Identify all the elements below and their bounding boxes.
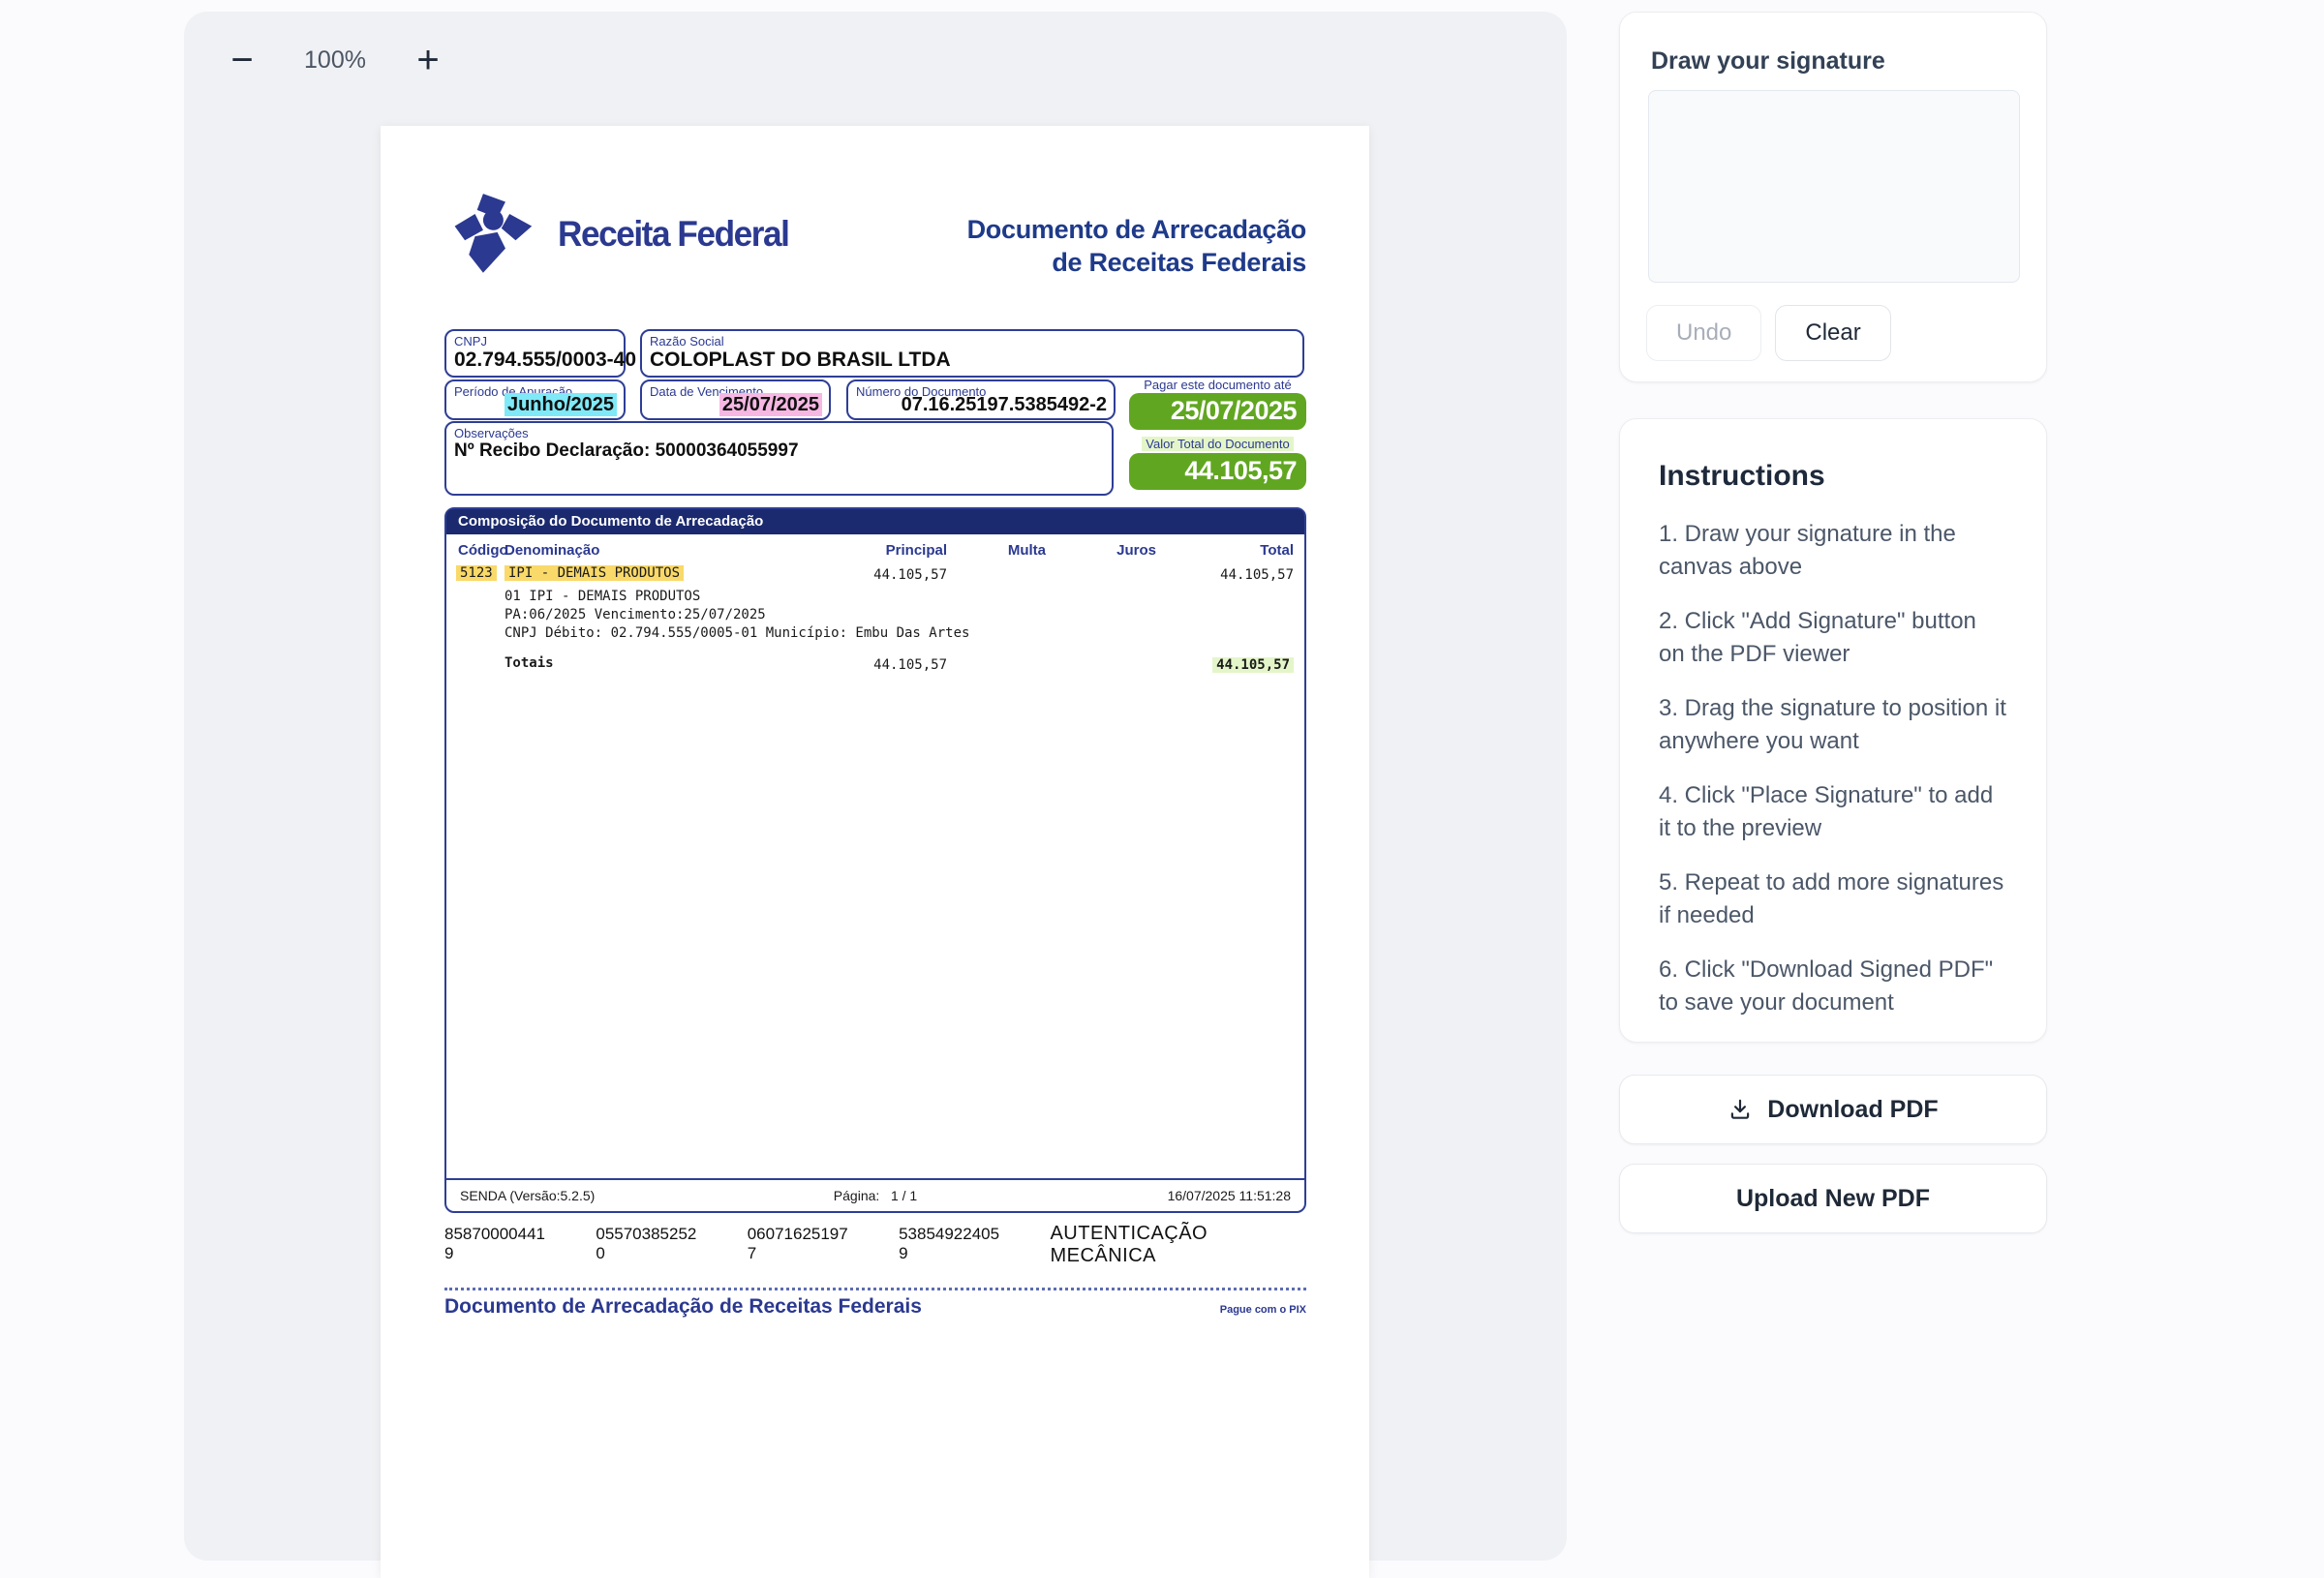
observacoes-label: Observações [446, 423, 1112, 440]
numero-documento-value: 07.16.25197.5385492-2 [902, 394, 1107, 416]
row-detail-3: CNPJ Débito: 02.794.555/0005-01 Municípi… [505, 624, 969, 643]
next-document-title: Documento de Arrecadação de Receitas Fed… [444, 1295, 922, 1319]
next-document-section: Documento de Arrecadação de Receitas Fed… [444, 1295, 1306, 1319]
instruction-step-1: 1. Draw your signature in the canvas abo… [1659, 518, 2007, 584]
download-pdf-button[interactable]: Download PDF [1619, 1075, 2047, 1144]
col-total: Total [1260, 542, 1294, 559]
signature-canvas[interactable] [1648, 90, 2020, 283]
col-principal: Principal [886, 542, 947, 559]
row-detail-2: PA:06/2025 Vencimento:25/07/2025 [505, 606, 766, 624]
document-title-line2: de Receitas Federais [967, 246, 1306, 279]
valor-total-label: Valor Total do Documento [1129, 437, 1306, 451]
document-title-line1: Documento de Arrecadação [967, 213, 1306, 246]
page-label: Página: [834, 1188, 879, 1203]
cut-line [444, 1288, 1306, 1290]
cnpj-label: CNPJ [446, 331, 624, 349]
download-pdf-label: Download PDF [1767, 1096, 1938, 1124]
page-value: 1 / 1 [891, 1188, 917, 1203]
barcode-number-2: 05570385252 0 [596, 1225, 704, 1263]
valor-total-label-text: Valor Total do Documento [1142, 437, 1293, 451]
instruction-step-5: 5. Repeat to add more signatures if need… [1659, 866, 2007, 932]
barcode-row: 85870000441 9 05570385252 0 06071625197 … [444, 1223, 1306, 1267]
row-denominacao-text: IPI - DEMAIS PRODUTOS [505, 565, 684, 581]
valor-total-value: 44.105,57 [1129, 453, 1306, 490]
data-vencimento-field: Data de Vencimento 25/07/2025 [640, 379, 831, 420]
download-icon [1728, 1097, 1753, 1122]
instruction-step-4: 4. Click "Place Signature" to add it to … [1659, 779, 2007, 845]
zoom-level: 100% [287, 46, 383, 75]
razao-social-field: Razão Social COLOPLAST DO BRASIL LTDA [640, 329, 1304, 378]
signature-card: Draw your signature Undo Clear [1619, 12, 2047, 382]
pix-label: Pague com o PIX [1220, 1304, 1306, 1316]
observacoes-value: Nº Recibo Declaração: 50000364055997 [446, 440, 1112, 462]
undo-button[interactable]: Undo [1646, 305, 1761, 361]
barcode-number-3: 06071625197 7 [748, 1225, 856, 1263]
row-detail-1: 01 IPI - DEMAIS PRODUTOS [505, 588, 700, 606]
row-denominacao: IPI - DEMAIS PRODUTOS [505, 565, 684, 581]
upload-new-pdf-label: Upload New PDF [1736, 1185, 1930, 1213]
razao-social-label: Razão Social [642, 331, 1302, 349]
pdf-page: Receita Federal Documento de Arrecadação… [381, 126, 1369, 1578]
barcode-number-4: 53854922405 9 [899, 1225, 1007, 1263]
cnpj-value: 02.794.555/0003-40 [446, 349, 624, 372]
receita-federal-mark-icon [444, 192, 546, 277]
totais-total-text: 44.105,57 [1212, 657, 1294, 673]
zoom-toolbar: − 100% + [219, 37, 451, 83]
razao-social-value: COLOPLAST DO BRASIL LTDA [642, 349, 1302, 372]
col-denominacao: Denominação [505, 542, 599, 559]
barcode-number-1: 85870000441 9 [444, 1225, 553, 1263]
periodo-apuracao-field: Período de Apuração Junho/2025 [444, 379, 626, 420]
instruction-step-6: 6. Click "Download Signed PDF" to save y… [1659, 954, 2007, 1019]
composicao-section: Composição do Documento de Arrecadação C… [444, 507, 1306, 1213]
upload-new-pdf-button[interactable]: Upload New PDF [1619, 1164, 2047, 1233]
observacoes-field: Observações Nº Recibo Declaração: 500003… [444, 421, 1114, 496]
row-total: 44.105,57 [1220, 567, 1294, 583]
receita-federal-logo: Receita Federal [444, 192, 801, 277]
instruction-step-3: 3. Drag the signature to position it any… [1659, 692, 2007, 758]
col-juros: Juros [1116, 542, 1156, 559]
periodo-apuracao-value: Junho/2025 [505, 393, 617, 416]
pagar-ate-value: 25/07/2025 [1129, 393, 1306, 430]
clear-button[interactable]: Clear [1775, 305, 1890, 361]
col-multa: Multa [1008, 542, 1046, 559]
numero-documento-field: Número do Documento 07.16.25197.5385492-… [846, 379, 1116, 420]
document-title: Documento de Arrecadação de Receitas Fed… [967, 213, 1306, 279]
darf-document: Receita Federal Documento de Arrecadação… [444, 126, 1306, 1578]
pdf-viewer-panel: − 100% + Receita Federal Docum [184, 12, 1567, 1561]
totais-principal: 44.105,57 [873, 657, 947, 673]
brand-name: Receita Federal [558, 214, 788, 255]
totais-total: 44.105,57 [1212, 657, 1294, 673]
zoom-in-button[interactable]: + [405, 37, 451, 83]
cnpj-field: CNPJ 02.794.555/0003-40 [444, 329, 626, 378]
instruction-step-2: 2. Click "Add Signature" button on the P… [1659, 605, 2007, 671]
data-vencimento-value: 25/07/2025 [719, 393, 822, 416]
pagar-ate-label: Pagar este documento até [1129, 378, 1306, 392]
signature-title: Draw your signature [1651, 47, 1885, 76]
zoom-out-button[interactable]: − [219, 37, 265, 83]
totais-label: Totais [505, 655, 554, 671]
col-codigo: Código [458, 542, 508, 559]
row-codigo-text: 5123 [456, 565, 497, 581]
signature-buttons: Undo Clear [1646, 305, 1891, 361]
autenticacao-mecanica: AUTENTICAÇÃO MECÂNICA [1050, 1223, 1306, 1267]
instructions-title: Instructions [1659, 460, 2007, 493]
composicao-title: Composição do Documento de Arrecadação [446, 509, 1304, 534]
instructions-card: Instructions 1. Draw your signature in t… [1619, 418, 2047, 1043]
row-principal: 44.105,57 [873, 567, 947, 583]
row-codigo: 5123 [456, 565, 497, 581]
document-footer: SENDA (Versão:5.2.5) Página: 1 / 1 16/07… [446, 1178, 1304, 1211]
page-indicator: Página: 1 / 1 [446, 1188, 1304, 1203]
